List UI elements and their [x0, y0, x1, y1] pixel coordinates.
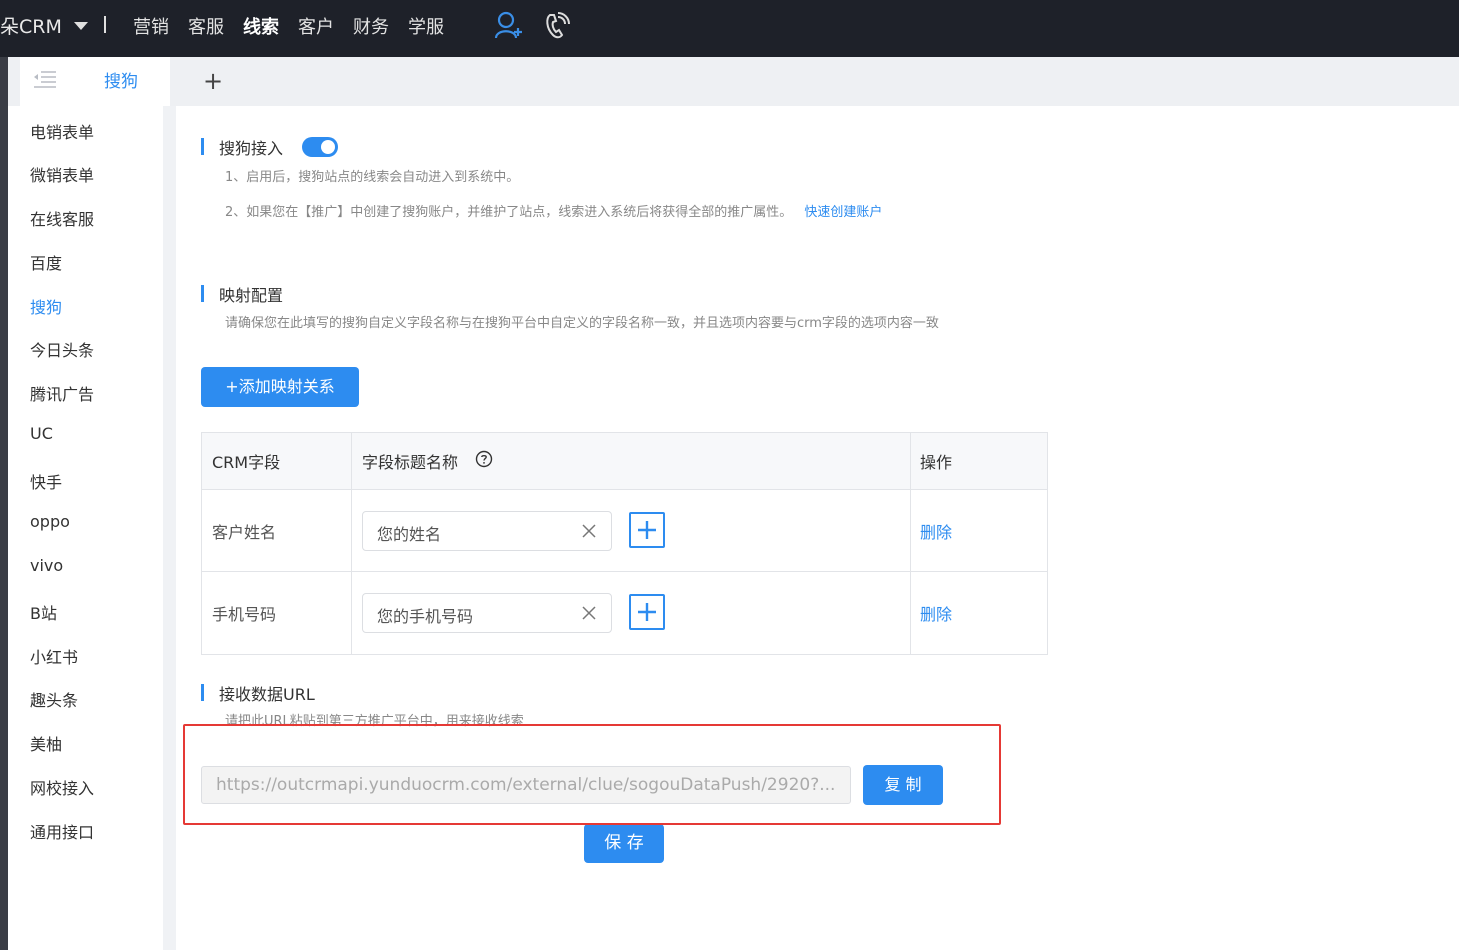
menu-collapse-button[interactable] — [20, 57, 80, 106]
clear-icon[interactable] — [581, 605, 597, 625]
plus-icon — [637, 520, 657, 544]
nav-item-leads[interactable]: 线索 — [243, 13, 279, 39]
tab-bar: 搜狗 + — [8, 57, 1459, 106]
add-user-icon[interactable] — [494, 10, 522, 44]
sidebar-item-toutiao[interactable]: 今日头条 — [30, 337, 94, 361]
save-button[interactable]: 保 存 — [584, 824, 664, 863]
column-header-action: 操作 — [920, 453, 953, 472]
sidebar-item-telesales-form[interactable]: 电销表单 — [30, 119, 94, 143]
add-tab-button[interactable]: + — [203, 67, 223, 95]
access-hint-1: 1、启用后，搜狗站点的线索会自动进入到系统中。 — [225, 170, 520, 185]
section-marker — [201, 684, 204, 701]
sidebar-item-school-access[interactable]: 网校接入 — [30, 775, 94, 799]
field-title-input[interactable]: 您的手机号码 — [362, 593, 612, 633]
sidebar-item-qutoutiao[interactable]: 趣头条 — [30, 687, 78, 711]
add-field-option-button[interactable] — [629, 512, 665, 548]
field-title-value: 您的姓名 — [377, 525, 442, 544]
nav-item-marketing[interactable]: 营销 — [133, 13, 169, 39]
mapping-hint: 请确保您在此填写的搜狗自定义字段名称与在搜狗平台中自定义的字段名称一致，并且选项… — [225, 316, 939, 331]
plus-icon — [637, 602, 657, 626]
field-title-value: 您的手机号码 — [377, 607, 474, 626]
sidebar-item-tencent-ads[interactable]: 腾讯广告 — [30, 381, 94, 405]
field-title-cell: 您的手机号码 — [352, 572, 911, 654]
sidebar: 电销表单 微销表单 在线客服 百度 搜狗 今日头条 腾讯广告 UC 快手 opp… — [8, 106, 163, 950]
delete-link[interactable]: 删除 — [920, 519, 952, 543]
add-mapping-button[interactable]: +添加映射关系 — [201, 367, 359, 407]
sidebar-item-general-api[interactable]: 通用接口 — [30, 819, 94, 843]
clear-icon[interactable] — [581, 523, 597, 543]
nav-item-service[interactable]: 客服 — [188, 13, 224, 39]
sidebar-item-wechat-form[interactable]: 微销表单 — [30, 162, 94, 186]
top-nav: 营销 客服 线索 客户 财务 学服 — [133, 13, 463, 39]
access-hint-2-text: 2、如果您在【推广】中创建了搜狗账户，并维护了站点，线索进入系统后将获得全部的推… — [225, 205, 793, 220]
top-navbar: 朵CRM 营销 客服 线索 客户 财务 学服 — [0, 0, 1459, 57]
sidebar-item-vivo[interactable]: vivo — [30, 556, 63, 575]
nav-item-customers[interactable]: 客户 — [298, 13, 334, 39]
nav-item-student-service[interactable]: 学服 — [408, 13, 444, 39]
access-toggle[interactable] — [302, 137, 338, 157]
brand-divider — [104, 16, 106, 33]
action-cell: 删除 — [911, 490, 1047, 571]
sidebar-item-uc[interactable]: UC — [30, 424, 53, 443]
sidebar-item-sogou[interactable]: 搜狗 — [30, 294, 62, 318]
add-field-option-button[interactable] — [629, 594, 665, 630]
sidebar-item-online-service[interactable]: 在线客服 — [30, 206, 94, 230]
section-marker — [201, 285, 204, 302]
mapping-title: 映射配置 — [219, 286, 284, 305]
crm-field-cell: 客户姓名 — [202, 490, 352, 571]
quick-create-account-link[interactable]: 快速创建账户 — [804, 205, 882, 220]
action-cell: 删除 — [911, 572, 1047, 654]
sidebar-item-meiyou[interactable]: 美柚 — [30, 731, 62, 755]
highlight-box — [183, 724, 1001, 825]
brand-name[interactable]: 朵CRM — [0, 12, 62, 39]
column-header-crm-field: CRM字段 — [202, 433, 352, 489]
sidebar-item-xiaohongshu[interactable]: 小红书 — [30, 644, 78, 668]
sidebar-item-oppo[interactable]: oppo — [30, 512, 70, 531]
help-circle-icon[interactable] — [475, 450, 493, 472]
brand-dropdown-caret-icon[interactable] — [74, 22, 88, 30]
table-row: 客户姓名 您的姓名 删除 — [202, 490, 1047, 572]
access-hint-2: 2、如果您在【推广】中创建了搜狗账户，并维护了站点，线索进入系统后将获得全部的推… — [225, 201, 882, 220]
table-header-row: CRM字段 字段标题名称 操作 — [202, 433, 1047, 490]
field-title-input[interactable]: 您的姓名 — [362, 511, 612, 551]
column-header-field-title-label: 字段标题名称 — [362, 453, 459, 472]
sidebar-item-kuaishou[interactable]: 快手 — [30, 469, 62, 493]
receive-url-title: 接收数据URL — [219, 685, 315, 704]
sidebar-item-baidu[interactable]: 百度 — [30, 250, 62, 274]
crm-field-cell: 手机号码 — [202, 572, 352, 654]
delete-link[interactable]: 删除 — [920, 601, 952, 625]
sidebar-item-bilibili[interactable]: B站 — [30, 600, 57, 624]
table-row: 手机号码 您的手机号码 删除 — [202, 572, 1047, 654]
column-header-field-title: 字段标题名称 — [352, 433, 911, 489]
phone-icon[interactable] — [543, 10, 571, 44]
menu-fold-icon — [33, 69, 57, 93]
nav-item-finance[interactable]: 财务 — [353, 13, 389, 39]
tab-sogou[interactable]: 搜狗 — [72, 57, 170, 106]
section-marker — [201, 138, 204, 155]
field-title-cell: 您的姓名 — [352, 490, 911, 571]
access-title: 搜狗接入 — [219, 139, 284, 158]
toggle-knob — [321, 140, 335, 154]
left-edge-strip — [0, 57, 8, 950]
mapping-table: CRM字段 字段标题名称 操作 客户姓名 您的姓名 删除 手机号码 您的手机号码… — [201, 432, 1048, 655]
